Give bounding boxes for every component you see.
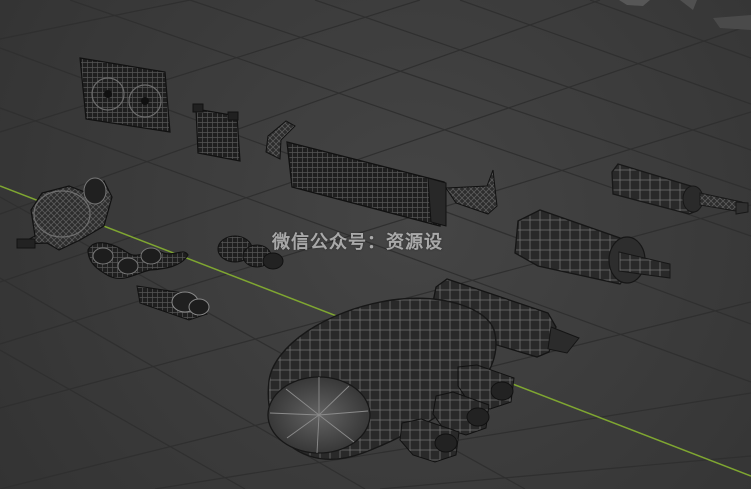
viewport-canvas [0,0,751,489]
3d-viewport[interactable]: 微信公众号：资源设 [0,0,751,489]
small-gear-part [217,235,284,270]
muffler-back-right [611,163,749,215]
top-right-fragment [619,0,751,30]
muffler-middle-right [514,209,671,285]
radiator-pair [79,57,171,133]
cylinder-set [136,285,210,321]
intercooler [265,120,498,227]
hose-assembly [87,242,189,280]
turbocharger [16,177,113,251]
small-radiator [192,103,241,162]
